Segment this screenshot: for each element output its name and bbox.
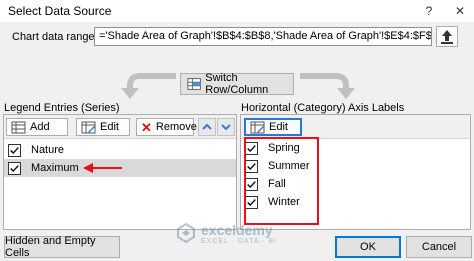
- curved-arrow-right-icon: [300, 73, 355, 99]
- series-name: Maximum: [31, 162, 79, 174]
- remove-series-button[interactable]: ✕ Remove: [136, 118, 197, 136]
- legend-entries-label: Legend Entries (Series): [4, 102, 120, 114]
- red-pointer-arrow-icon: [83, 163, 122, 173]
- collapse-arrow-icon: [441, 30, 453, 44]
- axis-labels-panel: Edit Spring Summer Fall Winter: [240, 114, 471, 230]
- edit-table-icon: [81, 121, 96, 133]
- exceldemy-logo-icon: [177, 222, 195, 244]
- move-up-button[interactable]: [198, 118, 216, 136]
- legend-toolbar: Add Edit ✕ Remove: [4, 115, 236, 139]
- watermark-text: exceldemy EXCEL · DATA · BI: [201, 222, 277, 245]
- edit-series-label: Edit: [100, 121, 119, 133]
- close-button[interactable]: ✕: [451, 2, 469, 20]
- edit-axis-labels-button[interactable]: Edit: [244, 118, 302, 136]
- cancel-button[interactable]: Cancel: [406, 236, 472, 258]
- axis-labels-label: Horizontal (Category) Axis Labels: [241, 102, 405, 114]
- curved-arrow-left-icon: [121, 73, 176, 99]
- switch-row-column-label: Switch Row/Column: [205, 72, 269, 96]
- hidden-empty-cells-button[interactable]: Hidden and Empty Cells: [4, 235, 120, 259]
- move-down-button[interactable]: [217, 118, 235, 136]
- ok-button[interactable]: OK: [335, 236, 401, 258]
- chart-data-range-label: Chart data range:: [12, 31, 98, 43]
- series-checkbox[interactable]: [8, 161, 21, 175]
- edit-series-button[interactable]: Edit: [76, 118, 130, 136]
- chart-data-range-input[interactable]: ='Shade Area of Graph'!$B$4:$B$8,'Shade …: [94, 27, 432, 46]
- hidden-empty-cells-label: Hidden and Empty Cells: [5, 235, 96, 259]
- series-row-nature[interactable]: Nature: [4, 141, 236, 159]
- series-name: Nature: [31, 144, 65, 156]
- add-series-button[interactable]: Add: [6, 118, 68, 136]
- remove-series-label: Remove: [155, 121, 197, 133]
- remove-x-icon: ✕: [141, 119, 152, 135]
- dialog-title: Select Data Source: [8, 4, 112, 18]
- axis-toolbar: Edit: [241, 115, 470, 139]
- axis-labels-highlight-box: [244, 137, 319, 225]
- chevron-down-icon: [221, 124, 231, 131]
- chevron-up-icon: [202, 123, 212, 130]
- watermark-subtitle: EXCEL · DATA · BI: [201, 237, 277, 245]
- watermark-title: exceldemy: [201, 221, 273, 238]
- edit-table-icon: [250, 121, 265, 133]
- cancel-label: Cancel: [421, 241, 457, 253]
- edit-axis-labels-label: Edit: [269, 121, 288, 133]
- switch-row-column-button[interactable]: Switch Row/Column: [180, 72, 294, 96]
- exceldemy-watermark: exceldemy EXCEL · DATA · BI: [175, 216, 305, 250]
- collapse-range-button[interactable]: [436, 26, 458, 47]
- switch-grid-icon: [187, 78, 201, 90]
- series-checkbox[interactable]: [8, 143, 21, 157]
- add-table-icon: [11, 121, 26, 133]
- add-series-label: Add: [30, 121, 50, 133]
- legend-entries-panel: Add Edit ✕ Remove Nature Maximum: [3, 114, 237, 230]
- help-button[interactable]: ?: [420, 2, 438, 20]
- ok-label: OK: [360, 241, 376, 253]
